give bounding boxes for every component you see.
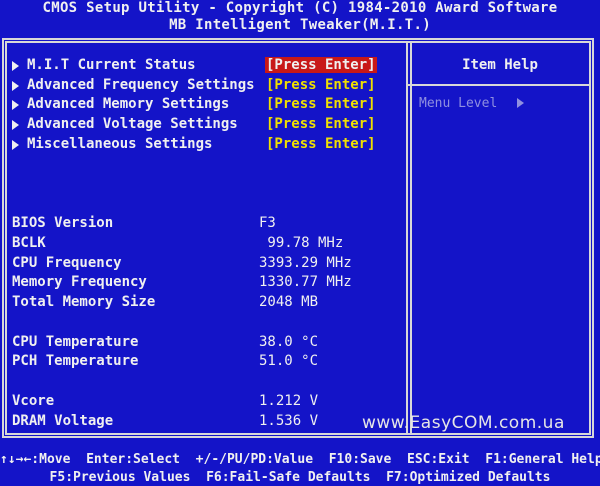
footer-keys-line1: ↑↓→←:Move Enter:Select +/-/PU/PD:Value F…	[0, 452, 600, 467]
vcore-value: 1.212 V	[259, 393, 319, 409]
bios-version-label: BIOS Version	[12, 215, 114, 231]
item-help-title: Item Help	[462, 57, 538, 73]
footer-keys-line2: F5:Previous Values F6:Fail-Safe Defaults…	[49, 470, 551, 485]
page-title: MB Intelligent Tweaker(M.I.T.)	[169, 17, 431, 33]
cpu-temperature-value: 38.0 °C	[259, 334, 319, 350]
menu-level-label: Menu Level	[419, 96, 498, 111]
pch-temperature-value: 51.0 °C	[259, 353, 319, 369]
menu-item-label: Miscellaneous Settings	[27, 136, 213, 152]
menu-item-label: Advanced Frequency Settings	[27, 77, 255, 93]
bclk-label: BCLK	[12, 235, 46, 251]
memory-frequency-label: Memory Frequency	[12, 274, 147, 290]
bclk-value: 99.78 MHz	[259, 235, 344, 251]
help-divider	[408, 84, 589, 86]
arrow-right-icon	[12, 120, 19, 130]
total-memory-value: 2048 MB	[259, 294, 319, 310]
watermark: www.EasyCOM.com.ua	[362, 413, 565, 433]
window-title: CMOS Setup Utility - Copyright (C) 1984-…	[42, 0, 558, 16]
dram-voltage-value: 1.536 V	[259, 413, 319, 429]
press-enter-mit-status[interactable]: [Press Enter]	[265, 57, 377, 75]
menu-item-label: M.I.T Current Status	[27, 57, 196, 73]
dram-voltage-label: DRAM Voltage	[12, 413, 114, 429]
divider-left	[406, 43, 408, 433]
menu-item-label: Advanced Voltage Settings	[27, 116, 238, 132]
cpu-temperature-label: CPU Temperature	[12, 334, 139, 350]
press-enter-misc[interactable]: [Press Enter]	[265, 136, 377, 154]
arrow-right-icon	[12, 81, 19, 91]
vcore-label: Vcore	[12, 393, 55, 409]
cpu-frequency-value: 3393.29 MHz	[259, 255, 352, 271]
total-memory-label: Total Memory Size	[12, 294, 156, 310]
arrow-right-icon	[12, 140, 19, 150]
arrow-right-icon	[12, 100, 19, 110]
press-enter-voltage[interactable]: [Press Enter]	[265, 116, 377, 134]
cpu-frequency-label: CPU Frequency	[12, 255, 122, 271]
press-enter-memory[interactable]: [Press Enter]	[265, 96, 377, 114]
press-enter-frequency[interactable]: [Press Enter]	[265, 77, 377, 95]
arrow-right-icon	[517, 98, 524, 108]
memory-frequency-value: 1330.77 MHz	[259, 274, 352, 290]
menu-item-label: Advanced Memory Settings	[27, 96, 230, 112]
arrow-right-icon	[12, 61, 19, 71]
divider-right	[410, 43, 412, 433]
bios-version-value: F3	[259, 215, 276, 231]
pch-temperature-label: PCH Temperature	[12, 353, 139, 369]
